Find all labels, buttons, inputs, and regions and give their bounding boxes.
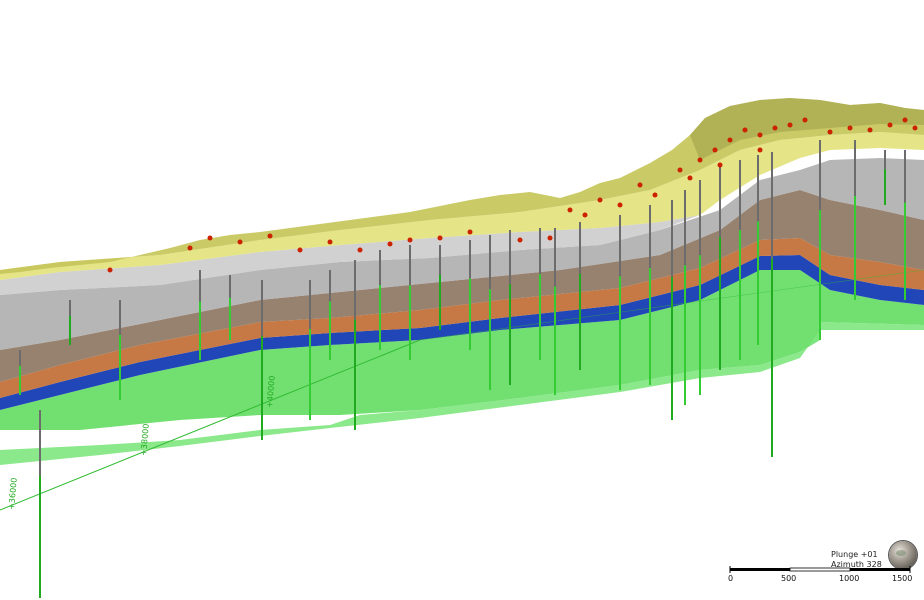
hotspot-marker [867,127,873,133]
hotspot-marker [547,235,553,241]
hotspot-marker [712,147,718,153]
hotspot-marker [677,167,683,173]
hotspot-marker [617,202,623,208]
hotspot-marker [887,122,893,128]
hotspot-marker [727,137,733,143]
hotspot-marker [582,212,588,218]
hotspot-marker [847,125,853,131]
hotspot-marker [437,235,443,241]
hotspot-marker [467,229,473,235]
scale-tick-1500: 1500 [892,574,913,583]
hotspot-marker [902,117,908,123]
hotspot-marker [827,129,833,135]
hotspot-marker [787,122,793,128]
grid-label-36000: +36000 [7,477,19,510]
hotspot-marker [742,127,748,133]
plunge-label: Plunge +01 [831,550,878,559]
grid-label-38000: +38000 [139,423,151,456]
hotspot-marker [637,182,643,188]
hotspot-marker [407,237,413,243]
hotspot-marker [357,247,363,253]
hotspot-marker [387,241,393,247]
hotspot-marker [652,192,658,198]
hotspot-marker [517,237,523,243]
stratigraphic-layers [0,98,924,465]
hotspot-marker [772,125,778,131]
hotspot-marker [912,125,918,131]
hotspot-marker [187,245,193,251]
hotspot-marker [697,157,703,163]
hotspot-marker [757,147,763,153]
hotspot-marker [567,207,573,213]
scale-tick-1000: 1000 [839,574,860,583]
hotspot-marker [207,235,213,241]
orientation-globe-icon[interactable] [889,541,917,569]
scale-tick-500: 500 [781,574,797,583]
scale-tick-0: 0 [728,574,734,583]
hotspot-marker [237,239,243,245]
hotspot-marker [687,175,693,181]
hotspot-marker [757,132,763,138]
scale-bar: 0 500 1000 1500 [727,566,917,590]
hotspot-marker [327,239,333,245]
hotspot-marker [297,247,303,253]
geological-3d-cross-section[interactable]: +36000 +38000 +40000 [0,0,924,600]
hotspot-marker [802,117,808,123]
hotspot-marker [267,233,273,239]
hotspot-marker [107,267,113,273]
hotspot-marker [717,162,723,168]
hotspot-marker [597,197,603,203]
